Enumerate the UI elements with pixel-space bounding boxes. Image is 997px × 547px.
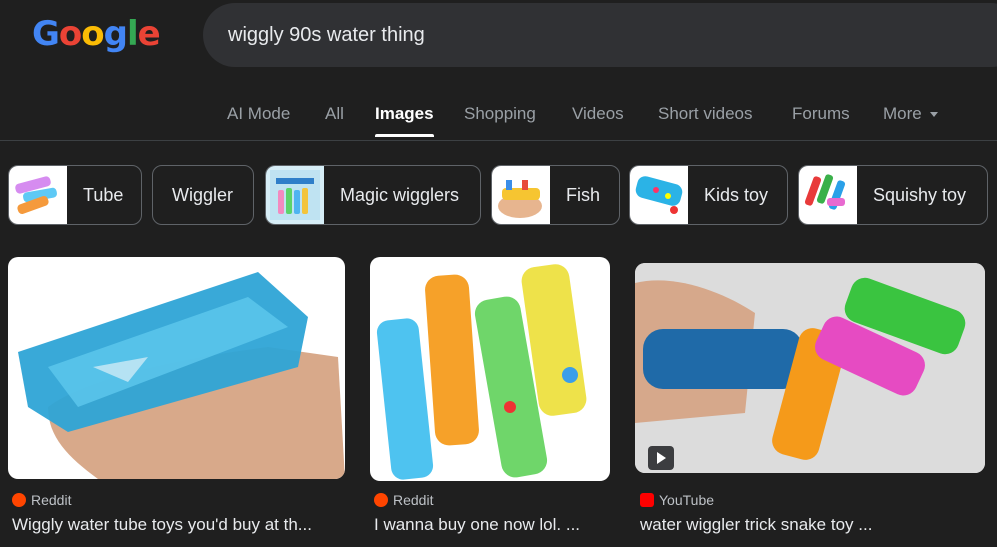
tab-ai-mode[interactable]: AI Mode: [227, 104, 290, 124]
chip-thumbnail: [630, 166, 688, 224]
result-source[interactable]: YouTube: [640, 492, 714, 508]
tab-shopping[interactable]: Shopping: [464, 104, 536, 124]
chip-thumbnail: [492, 166, 550, 224]
logo-letter: e: [137, 14, 161, 54]
caret-down-icon: [929, 112, 938, 118]
chip-label: Magic wigglers: [340, 184, 460, 205]
search-input[interactable]: wiggly 90s water thing: [203, 3, 997, 67]
chip-magic-wigglers[interactable]: Magic wigglers: [265, 165, 481, 225]
chip-label: Squishy toy: [873, 184, 967, 205]
youtube-icon: [640, 493, 654, 507]
chip-wiggler[interactable]: Wiggler: [152, 165, 254, 225]
chip-thumbnail: [266, 166, 324, 224]
result-title[interactable]: Wiggly water tube toys you'd buy at th..…: [12, 515, 342, 535]
google-logo[interactable]: Google: [32, 14, 161, 54]
chip-label: Kids toy: [704, 184, 769, 205]
play-icon[interactable]: [648, 446, 674, 470]
result-title[interactable]: I wanna buy one now lol. ...: [374, 515, 609, 535]
chip-label: Tube: [83, 184, 124, 205]
result-image[interactable]: [8, 257, 345, 479]
result-image[interactable]: [370, 257, 610, 481]
result-title[interactable]: water wiggler trick snake toy ...: [640, 515, 980, 535]
chip-kids-toy[interactable]: Kids toy: [629, 165, 788, 225]
logo-letter: l: [126, 14, 139, 54]
tab-all[interactable]: All: [325, 104, 344, 124]
tab-videos[interactable]: Videos: [572, 104, 624, 124]
result-source[interactable]: Reddit: [374, 492, 433, 508]
logo-letter: o: [58, 14, 82, 54]
source-name: YouTube: [659, 492, 715, 508]
tab-images[interactable]: Images: [375, 104, 434, 137]
search-query[interactable]: wiggly 90s water thing: [228, 24, 425, 47]
logo-letter: G: [32, 14, 60, 54]
tab-short-videos[interactable]: Short videos: [658, 104, 753, 124]
source-name: Reddit: [31, 492, 72, 508]
logo-letter: o: [81, 14, 104, 54]
tab-more-label: More: [883, 104, 922, 123]
chip-thumbnail: [9, 166, 67, 224]
chip-squishy-toy[interactable]: Squishy toy: [798, 165, 988, 225]
logo-letter: g: [103, 14, 128, 54]
chip-label: Fish: [566, 184, 601, 205]
tab-more[interactable]: More: [883, 104, 938, 124]
result-source[interactable]: Reddit: [12, 492, 71, 508]
reddit-icon: [374, 493, 388, 507]
source-name: Reddit: [393, 492, 434, 508]
chip-tube[interactable]: Tube: [8, 165, 142, 225]
chip-thumbnail: [799, 166, 857, 224]
chip-label: Wiggler: [172, 184, 234, 205]
result-image[interactable]: [635, 263, 985, 473]
chip-fish[interactable]: Fish: [491, 165, 620, 225]
reddit-icon: [12, 493, 26, 507]
tabs-divider: [0, 140, 997, 141]
tab-forums[interactable]: Forums: [792, 104, 850, 124]
